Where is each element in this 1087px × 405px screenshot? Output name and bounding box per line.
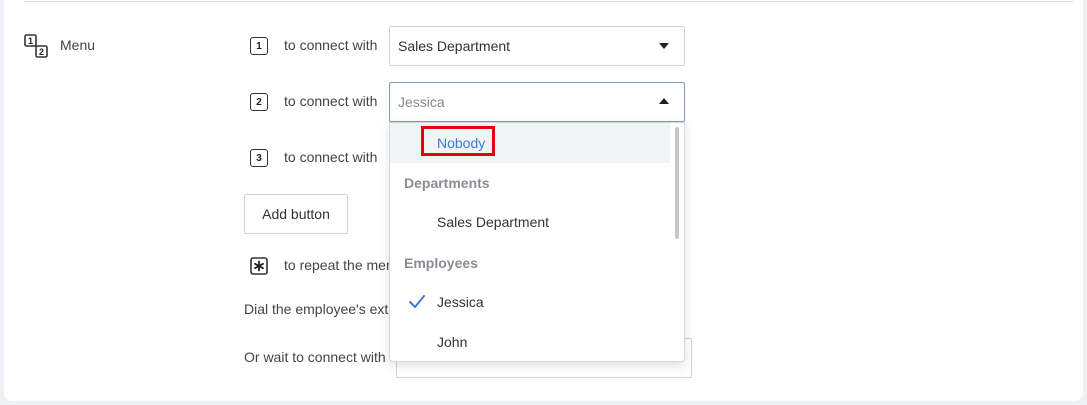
group-header-employees: Employees [404, 255, 478, 271]
chevron-down-icon [659, 43, 669, 49]
key-3-badge: 3 [250, 149, 268, 167]
keypad-icon: 1 2 [24, 34, 48, 58]
wait-connect-text: Or wait to connect with [244, 349, 386, 365]
option-label: John [437, 334, 468, 350]
row-2-select[interactable]: Jessica [389, 82, 685, 122]
repeat-menu-text: to repeat the menu [284, 257, 389, 273]
chevron-up-icon [659, 98, 669, 104]
row-1-connect-text: to connect with [284, 37, 378, 53]
add-button[interactable]: Add button [244, 194, 348, 234]
row-1-select[interactable]: Sales Department [389, 26, 685, 66]
asterisk-icon [250, 257, 268, 275]
option-sales-department[interactable]: Sales Department [390, 202, 670, 242]
menu-label: Menu [60, 37, 96, 53]
group-header-departments: Departments [404, 175, 490, 191]
svg-text:2: 2 [39, 47, 44, 57]
menu-settings-card: 1 2 Menu 1 to connect with Sales Departm… [4, 0, 1083, 401]
highlight-box [421, 126, 495, 156]
row-2-placeholder: Jessica [398, 94, 445, 110]
option-nobody[interactable]: Nobody [390, 123, 670, 163]
key-1-badge: 1 [250, 37, 268, 55]
row-3-connect-text: to connect with [284, 149, 378, 165]
option-label: Jessica [437, 294, 484, 310]
dial-extension-text: Dial the employee's extension [244, 301, 392, 317]
dropdown-scrollbar[interactable] [675, 127, 679, 239]
employee-dropdown-list: Nobody Departments Sales Department Empl… [389, 122, 685, 362]
key-2-badge: 2 [250, 93, 268, 111]
option-label: Sales Department [437, 214, 550, 230]
option-john[interactable]: John [390, 322, 670, 361]
row-2-connect-text: to connect with [284, 93, 378, 109]
svg-text:1: 1 [28, 36, 33, 46]
row-1-selected-value: Sales Department [398, 38, 511, 54]
checkmark-icon [409, 295, 425, 308]
top-divider [24, 1, 1073, 2]
option-jessica[interactable]: Jessica [390, 282, 670, 322]
